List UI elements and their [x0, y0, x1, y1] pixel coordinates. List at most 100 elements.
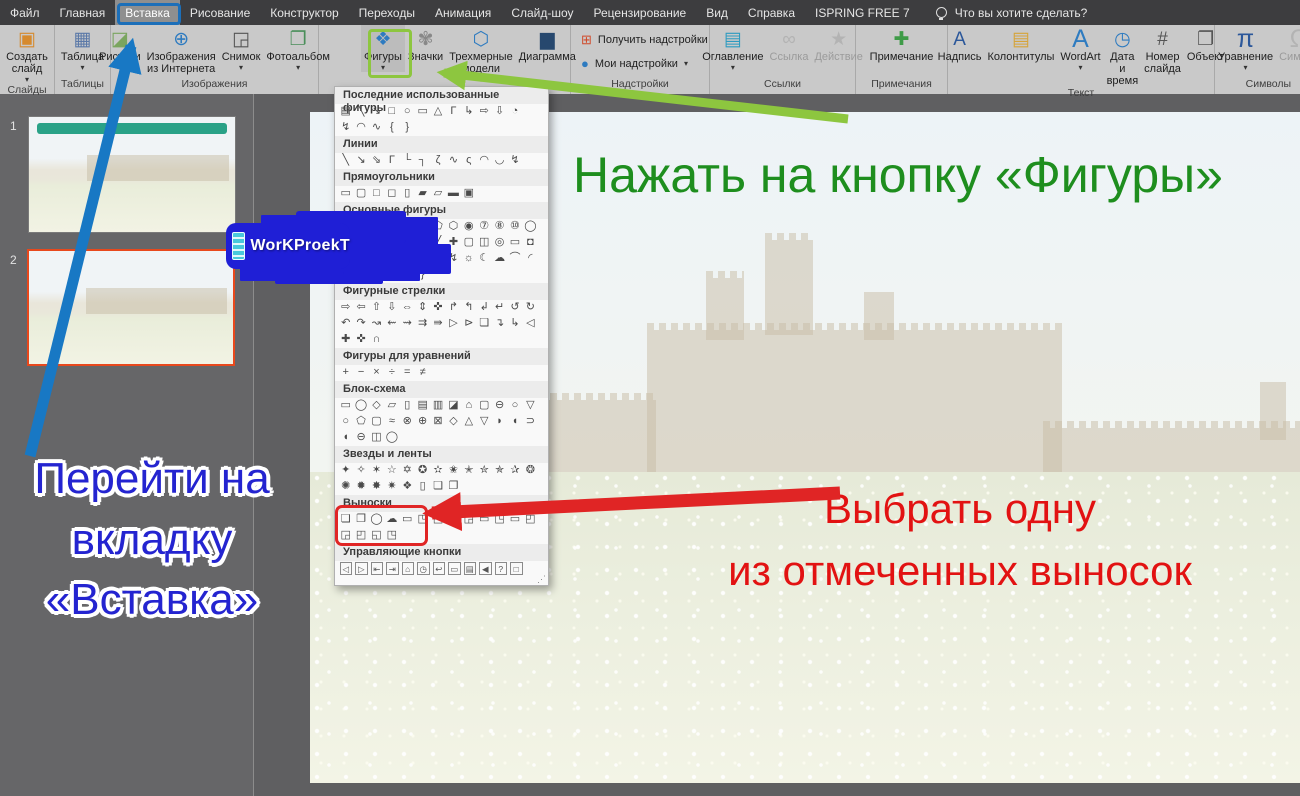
shape-icon[interactable]: ↱: [446, 300, 461, 316]
shape-icon[interactable]: ▢: [461, 235, 476, 251]
shape-icon[interactable]: ▤: [338, 104, 353, 120]
shape-icon[interactable]: ⇤: [371, 562, 384, 575]
ribbon-button-screenshot[interactable]: ◲Снимок▾: [219, 25, 264, 72]
ribbon-button-slide-number[interactable]: #Номер слайда: [1141, 25, 1184, 75]
shape-icon[interactable]: ▱: [384, 398, 399, 414]
shape-icon[interactable]: {}: [353, 267, 368, 283]
shape-icon[interactable]: [: [369, 267, 384, 283]
shape-icon[interactable]: Γ: [384, 153, 399, 169]
shape-icon[interactable]: ✬: [446, 463, 461, 479]
shape-icon[interactable]: ↘: [353, 153, 368, 169]
shape-icon[interactable]: ▢: [353, 186, 368, 202]
shape-icon[interactable]: ↩: [433, 562, 446, 575]
ribbon-button-symbol[interactable]: ΩСимвол: [1276, 25, 1300, 63]
tab-animations[interactable]: Анимация: [425, 0, 501, 25]
shape-icon[interactable]: ]: [384, 267, 399, 283]
shape-icon[interactable]: ◻: [384, 186, 399, 202]
shape-icon[interactable]: ❏: [477, 316, 492, 332]
shape-icon[interactable]: ⇨: [477, 104, 492, 120]
shape-icon[interactable]: ▢: [369, 414, 384, 430]
shape-icon[interactable]: }: [415, 267, 430, 283]
shape-icon[interactable]: ↳: [507, 316, 522, 332]
shape-icon[interactable]: =: [400, 365, 415, 381]
shape-icon[interactable]: ▷: [355, 562, 368, 575]
shape-icon[interactable]: ↘: [369, 104, 384, 120]
shape-icon[interactable]: ∩: [384, 251, 399, 267]
shape-icon[interactable]: ▯: [400, 398, 415, 414]
shape-icon[interactable]: ◉: [461, 219, 476, 235]
ribbon-button-equation[interactable]: πУравнение▾: [1215, 25, 1276, 72]
shape-icon[interactable]: ☾: [477, 251, 492, 267]
shape-icon[interactable]: ○: [400, 104, 415, 120]
shape-icon[interactable]: ◜: [523, 251, 538, 267]
shape-icon[interactable]: ☼: [461, 251, 476, 267]
shape-icon[interactable]: ▭: [338, 398, 353, 414]
tab-design[interactable]: Конструктор: [260, 0, 348, 25]
shape-icon[interactable]: ◁: [340, 562, 353, 575]
shape-icon[interactable]: ▭: [477, 512, 492, 528]
shape-icon[interactable]: ◎: [492, 235, 507, 251]
shape-icon[interactable]: ▥: [430, 398, 445, 414]
shape-icon[interactable]: ◑: [353, 235, 368, 251]
shape-icon[interactable]: ς: [461, 153, 476, 169]
shape-icon[interactable]: ◠: [353, 120, 368, 136]
shape-icon[interactable]: ◯: [523, 219, 538, 235]
shape-icon[interactable]: ▽: [523, 398, 538, 414]
shape-icon[interactable]: ❂: [523, 463, 538, 479]
shape-icon[interactable]: ▷: [446, 316, 461, 332]
slide-panel[interactable]: 12: [0, 94, 254, 796]
shape-icon[interactable]: ◗: [492, 414, 507, 430]
shape-icon[interactable]: ◲: [461, 512, 476, 528]
shape-icon[interactable]: ↻: [523, 300, 538, 316]
resize-grip-icon[interactable]: ⋰: [537, 574, 546, 585]
shape-icon[interactable]: ✪: [415, 463, 430, 479]
shape-icon[interactable]: ⌒: [507, 251, 522, 267]
shape-icon[interactable]: ⇝: [400, 316, 415, 332]
shape-icon[interactable]: ↝: [369, 316, 384, 332]
shape-icon[interactable]: ✰: [507, 463, 522, 479]
shape-icon[interactable]: }: [400, 120, 415, 136]
ribbon-button-get-addins[interactable]: ⊞Получить надстройки: [581, 32, 708, 48]
slide-thumbnail-1[interactable]: 1: [28, 116, 236, 233]
shape-icon[interactable]: ☆: [384, 463, 399, 479]
shape-icon[interactable]: ✶: [369, 463, 384, 479]
shape-icon[interactable]: ◀: [479, 562, 492, 575]
shape-icon[interactable]: ▣: [384, 235, 399, 251]
shape-icon[interactable]: {: [384, 120, 399, 136]
shape-icon[interactable]: ⊗: [400, 414, 415, 430]
shape-icon[interactable]: ⌂: [461, 398, 476, 414]
shape-icon[interactable]: ◔: [507, 104, 522, 120]
shape-icon[interactable]: ∿: [369, 120, 384, 136]
shape-icon[interactable]: ✷: [384, 479, 399, 495]
shape-icon[interactable]: ☺: [415, 251, 430, 267]
shape-icon[interactable]: ▤: [464, 562, 477, 575]
shape-icon[interactable]: ✹: [353, 479, 368, 495]
ribbon-button-pictures[interactable]: ◪Рисунки: [96, 25, 144, 63]
shape-icon[interactable]: ◫: [477, 235, 492, 251]
shape-icon[interactable]: ⇕: [415, 300, 430, 316]
shape-icon[interactable]: ◇: [415, 219, 430, 235]
shape-icon[interactable]: ○: [338, 414, 353, 430]
ribbon-button-3d-models[interactable]: ⬡Трехмерные модели▾: [446, 25, 516, 84]
shape-icon[interactable]: ⇥: [386, 562, 399, 575]
shape-icon[interactable]: ◠: [477, 153, 492, 169]
shape-icon[interactable]: ▭: [338, 186, 353, 202]
shape-icon[interactable]: ⬠: [430, 219, 445, 235]
shape-icon[interactable]: ÷: [384, 365, 399, 381]
shape-icon[interactable]: ?: [495, 562, 508, 575]
shape-icon[interactable]: ⑩: [507, 219, 522, 235]
shape-icon[interactable]: ⇔: [400, 300, 415, 316]
shape-icon[interactable]: □: [369, 186, 384, 202]
shape-icon[interactable]: ◖: [507, 414, 522, 430]
ribbon-button-my-addins[interactable]: ●Мои надстройки▾: [581, 56, 688, 71]
shape-icon[interactable]: ⊖: [492, 398, 507, 414]
shape-icon[interactable]: ⊃: [523, 414, 538, 430]
shape-icon[interactable]: ⇨: [338, 300, 353, 316]
shape-icon[interactable]: □: [510, 562, 523, 575]
shape-icon[interactable]: ↯: [338, 120, 353, 136]
ribbon-button-date-time[interactable]: ◷Дата и время: [1104, 25, 1142, 87]
shape-icon[interactable]: ♡: [430, 251, 445, 267]
shape-icon[interactable]: ▭: [507, 512, 522, 528]
shape-icon[interactable]: ⇛: [430, 316, 445, 332]
shape-icon[interactable]: ◷: [417, 562, 430, 575]
